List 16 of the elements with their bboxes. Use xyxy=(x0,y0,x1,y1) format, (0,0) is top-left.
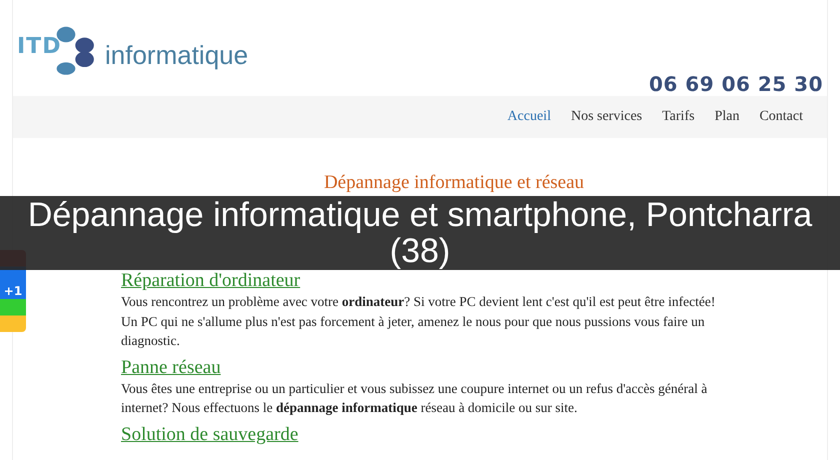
phone-number: 06 69 06 25 30 xyxy=(648,72,823,96)
logo-wordmark: informatique xyxy=(105,40,248,71)
logo-letters: ITD xyxy=(17,34,62,59)
nav-link[interactable]: Tarifs xyxy=(662,109,695,125)
section-heading-link[interactable]: Solution de sauvegarde xyxy=(121,424,298,446)
nav-link[interactable]: Nos services xyxy=(570,109,642,125)
nav-link[interactable]: Plan xyxy=(714,109,740,125)
section-heading-link[interactable]: Réparation d'ordinateur xyxy=(121,270,300,292)
nav-link[interactable]: Contact xyxy=(759,109,803,125)
section-heading-link[interactable]: Panne réseau xyxy=(121,356,221,378)
paragraph: Un PC qui ne s'allume plus n'est pas forcement à jeter, amenez le nous pour que nous pussions vous faire un diagnostic. xyxy=(121,312,706,350)
paragraph: Vous êtes une entreprise ou un particulier et vous subissez une coupure internet ou un refus d'accès général à internet? Nous effectuons le dépannage informatique réseau à domicile ou sur site. xyxy=(121,380,708,417)
paragraph: Vous rencontrez un problème avec votre ordinateur? Si votre PC devient lent c'est qu'il est peut être infectée! xyxy=(121,293,716,311)
nav-link[interactable]: Accueil xyxy=(507,109,551,125)
page-title: Dépannage informatique et réseau xyxy=(322,172,586,194)
caption-banner: Dépannage informatique et smartphone, Pontcharra (38) xyxy=(0,196,840,270)
